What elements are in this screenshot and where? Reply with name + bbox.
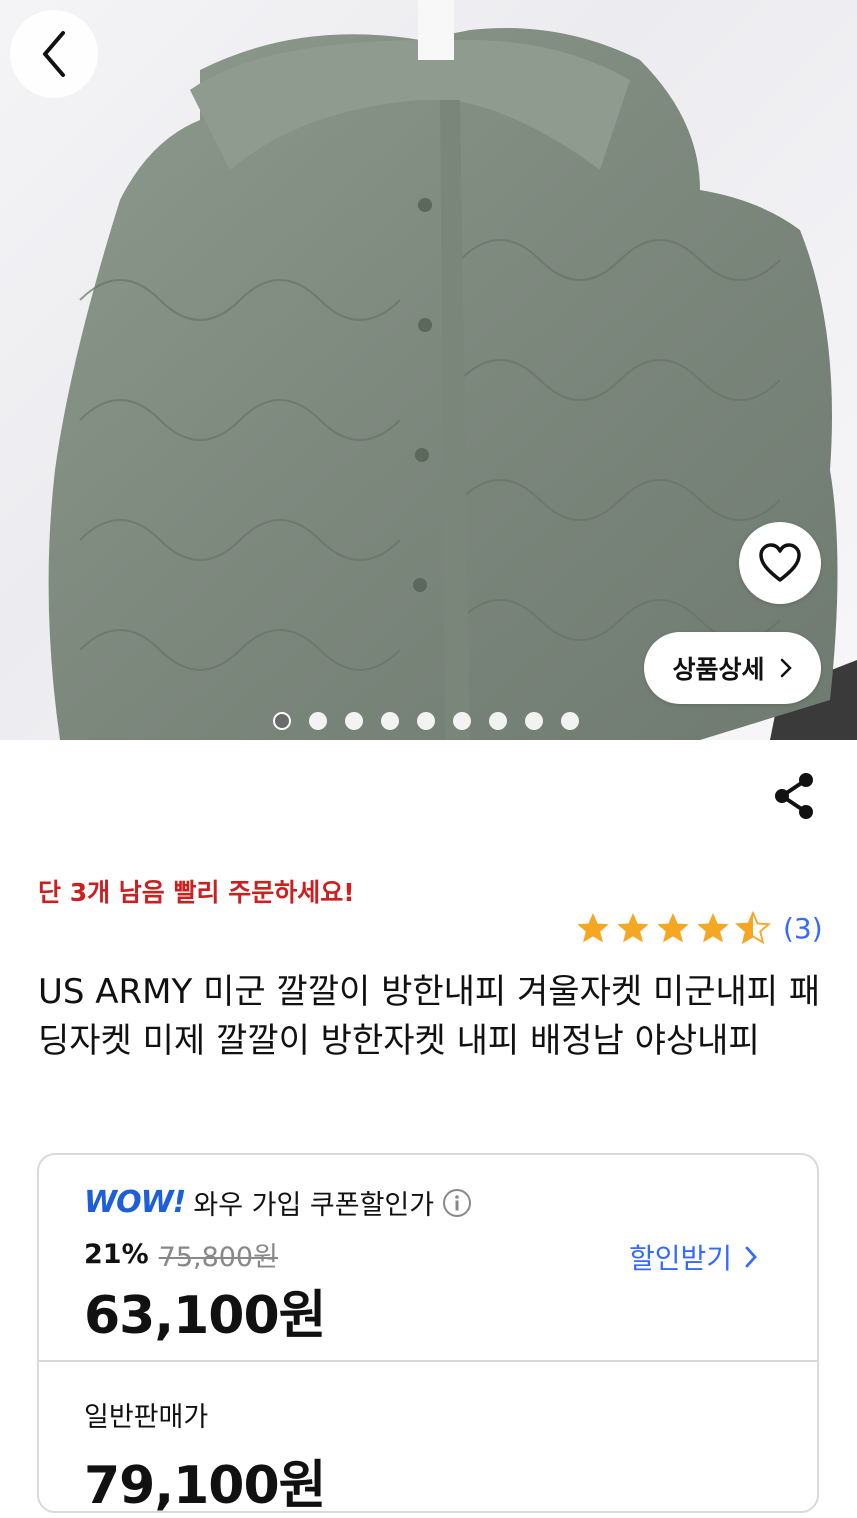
wow-logo: WOW! [84,1185,186,1220]
review-count[interactable]: (3) [783,912,823,945]
favorite-button[interactable] [739,522,821,604]
chevron-right-icon [780,658,792,678]
carousel-dot[interactable] [453,712,471,730]
get-discount-label: 할인받기 [629,1242,733,1275]
star-full-icon [617,913,649,943]
product-image-carousel[interactable]: 상품상세 [0,0,857,740]
carousel-dot[interactable] [345,712,363,730]
carousel-dot[interactable] [273,712,291,730]
carousel-dot[interactable] [489,712,507,730]
original-price: 75,800원 [158,1242,278,1273]
star-full-icon [697,913,729,943]
carousel-dot[interactable] [561,712,579,730]
share-button[interactable] [770,770,818,822]
rating[interactable]: (3) [575,910,823,946]
product-image [48,0,857,740]
wow-coupon-label: 와우 가입 쿠폰할인가 [193,1190,435,1221]
info-icon[interactable] [442,1188,472,1218]
product-detail-button[interactable]: 상품상세 [644,632,821,704]
star-half-icon [735,910,771,945]
stock-notice: 단 3개 남음 빨리 주문하세요! [38,878,355,907]
carousel-indicator [273,712,579,730]
normal-price-label: 일반판매가 [84,1402,209,1433]
product-detail-label: 상품상세 [672,655,765,684]
discount-percent: 21% [84,1239,149,1270]
star-full-icon [577,913,609,943]
carousel-dot[interactable] [381,712,399,730]
carousel-dot[interactable] [417,712,435,730]
get-discount-button[interactable]: 할인받기 [629,1237,758,1277]
divider [39,1360,817,1362]
carousel-dot[interactable] [525,712,543,730]
discount-row: 21% 75,800원 [84,1235,278,1274]
product-title: US ARMY 미군 깔깔이 방한내피 겨울자켓 미군내피 패딩자켓 미제 깔깔… [38,972,821,1061]
coupon-price: 63,100원 [84,1286,327,1346]
heart-icon [759,543,801,582]
chevron-left-icon [43,31,65,77]
star-full-icon [657,913,689,943]
carousel-dot[interactable] [309,712,327,730]
back-button[interactable] [10,10,98,98]
wow-coupon-row: WOW! 와우 가입 쿠폰할인가 [84,1183,472,1222]
share-icon [775,773,813,819]
price-box: WOW! 와우 가입 쿠폰할인가 21% 75,800원 63,100원 할인받… [37,1153,819,1516]
normal-price: 79,100원 [84,1456,327,1516]
chevron-right-icon [745,1246,757,1268]
